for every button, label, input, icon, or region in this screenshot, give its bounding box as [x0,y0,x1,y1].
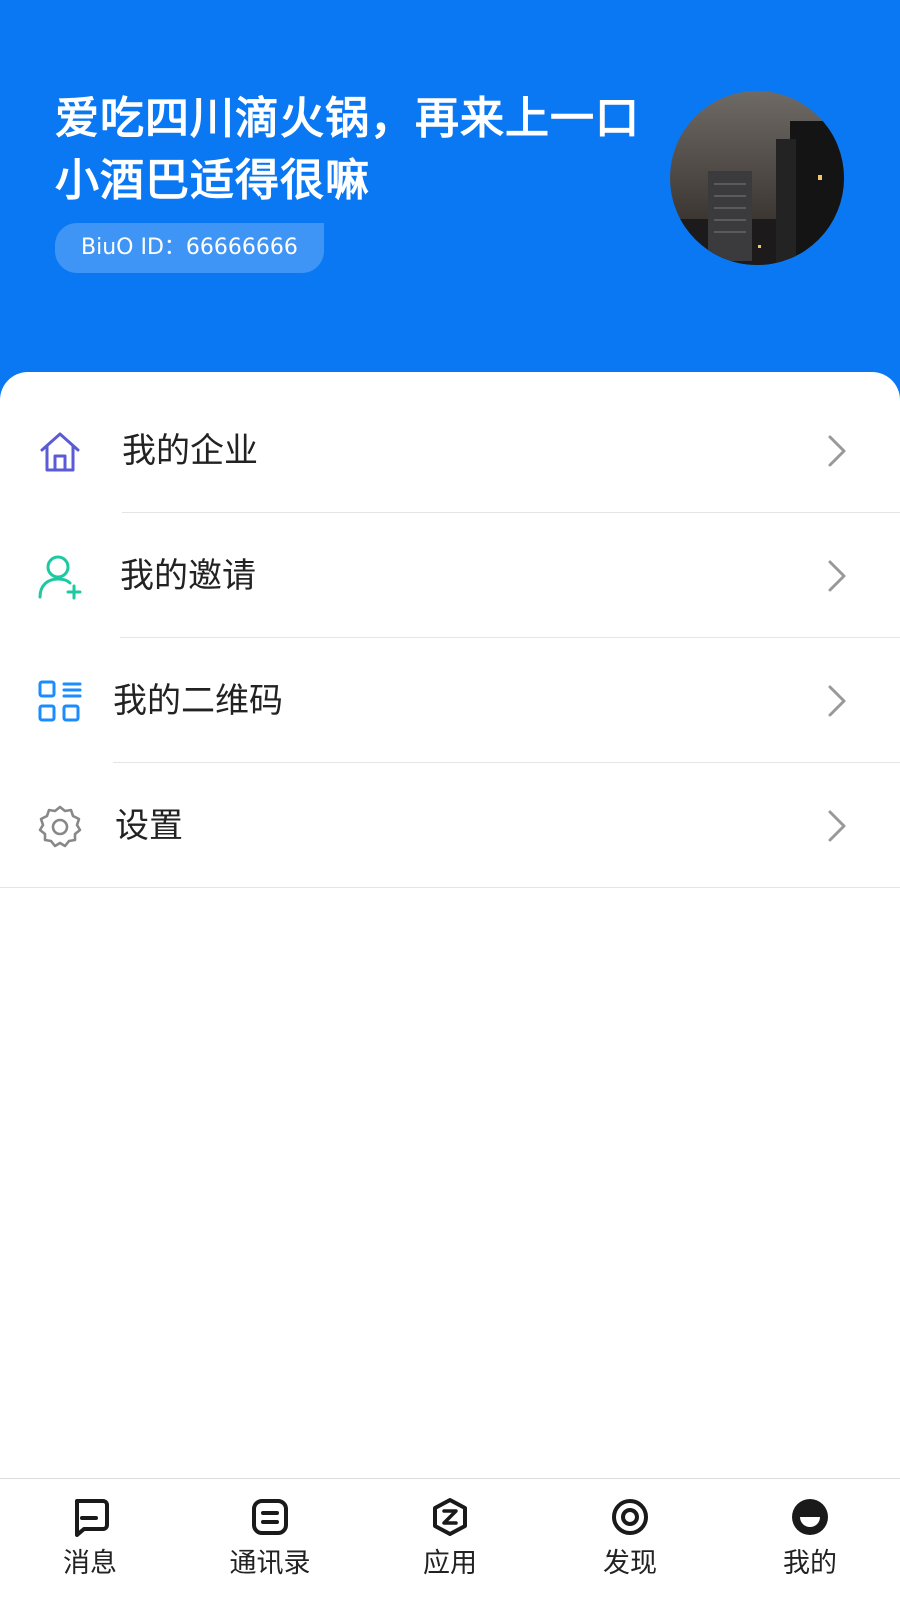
nickname: 爱吃四川滴火锅，再来上一口小酒巴适得很嘛 [55,93,640,206]
chevron-right-icon [826,683,848,719]
tab-label: 我的 [783,1548,837,1579]
menu-item-label: 设置 [115,806,183,846]
tab-label: 发现 [603,1548,657,1579]
message-icon [70,1497,110,1537]
tab-profile[interactable]: 我的 [720,1479,900,1601]
tab-label: 应用 [423,1548,477,1579]
contacts-icon [250,1497,290,1537]
menu-item-my-enterprise[interactable]: 我的企业 [0,388,900,513]
menu-item-my-invitations[interactable]: 我的邀请 [0,513,900,638]
menu-item-label: 我的企业 [122,431,258,471]
tab-messages[interactable]: 消息 [0,1479,180,1601]
menu-item-settings[interactable]: 设置 [0,763,900,888]
divider [0,887,900,888]
user-id-badge: BiuO ID：66666666 [55,223,324,273]
tab-discover[interactable]: 发现 [540,1479,720,1601]
tab-contacts[interactable]: 通讯录 [180,1479,360,1601]
chevron-right-icon [826,433,848,469]
tab-label: 通讯录 [229,1548,311,1579]
bottom-tab-bar: 消息 通讯录 应用 发现 我的 [0,1478,900,1601]
qr-code-icon [36,678,84,726]
profile-header: 爱吃四川滴火锅，再来上一口小酒巴适得很嘛 BiuO ID：66666666 [0,0,900,400]
user-id-text: BiuO ID：66666666 [81,235,298,260]
discover-icon [610,1497,650,1537]
menu-item-label: 我的二维码 [113,681,283,721]
avatar-photo [670,91,844,265]
avatar[interactable] [670,91,844,265]
add-user-icon [36,553,84,601]
tab-label: 消息 [63,1548,117,1579]
apps-icon [430,1497,470,1537]
chevron-right-icon [826,558,848,594]
menu-card: 我的企业 我的邀请 我的二维码 设置 [0,372,900,1472]
profile-icon [790,1497,830,1537]
tab-apps[interactable]: 应用 [360,1479,540,1601]
menu-item-label: 我的邀请 [120,556,256,596]
menu-item-my-qr-code[interactable]: 我的二维码 [0,638,900,763]
home-icon [36,428,84,476]
gear-icon [36,803,84,851]
chevron-right-icon [826,808,848,844]
